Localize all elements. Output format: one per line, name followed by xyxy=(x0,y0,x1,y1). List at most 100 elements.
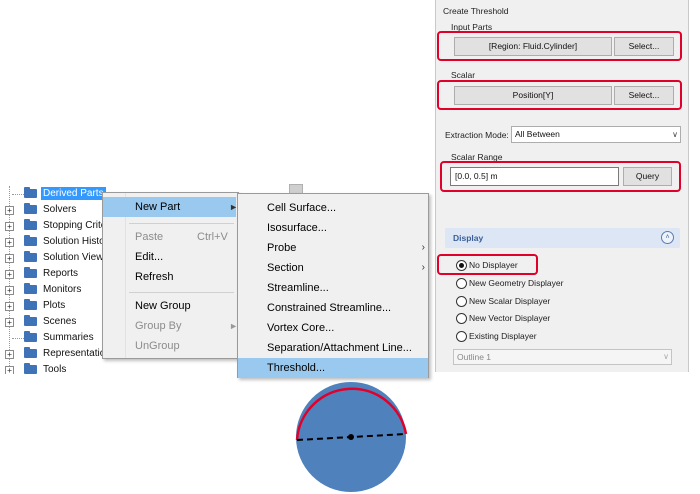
submenu-arrow-icon: › xyxy=(421,262,425,273)
tree-connector xyxy=(12,194,24,195)
menu-item-label: Section xyxy=(267,262,304,274)
extraction-mode-dropdown[interactable]: All Between ∨ xyxy=(511,126,681,143)
tree-item-label[interactable]: Solution Views xyxy=(41,251,110,264)
submenu-item-cell-surface[interactable]: Cell Surface... xyxy=(238,198,428,218)
highlight-box xyxy=(437,254,538,275)
menu-item-label: Paste xyxy=(135,231,164,243)
existing-displayer-value: Outline 1 xyxy=(457,352,492,362)
folder-icon xyxy=(24,251,37,262)
folder-icon xyxy=(24,235,37,246)
radio-new-vector-displayer[interactable] xyxy=(456,313,467,324)
expand-icon[interactable]: + xyxy=(5,238,14,247)
menu-item-label: Constrained Streamline... xyxy=(267,302,392,314)
menu-item-paste[interactable]: Paste Ctrl+V xyxy=(103,227,236,247)
menu-item-label: Edit... xyxy=(135,251,164,263)
highlight-box xyxy=(437,31,682,61)
radio-new-scalar-displayer[interactable] xyxy=(456,296,467,307)
tree-item-label[interactable]: Plots xyxy=(41,299,67,312)
menu-item-label: Refresh xyxy=(135,271,174,283)
menu-item-shortcut: Ctrl+V xyxy=(197,231,228,243)
menu-item-edit[interactable]: Edit... xyxy=(103,247,236,267)
expand-icon[interactable]: + xyxy=(5,254,14,263)
folder-icon xyxy=(24,299,37,310)
menu-item-refresh[interactable]: Refresh xyxy=(103,267,236,287)
new-part-submenu: Cell Surface... Isosurface... Probe › Se… xyxy=(237,193,429,378)
menu-item-label: Vortex Core... xyxy=(267,322,335,334)
folder-icon xyxy=(24,315,37,326)
tree-item-label[interactable]: Summaries xyxy=(41,331,96,344)
menu-item-label: Separation/Attachment Line... xyxy=(267,342,412,354)
submenu-item-vortex-core[interactable]: Vortex Core... xyxy=(238,318,428,338)
center-point xyxy=(348,434,354,440)
menu-item-label: New Group xyxy=(135,300,191,312)
menu-item-label: Threshold... xyxy=(267,362,326,374)
expand-icon[interactable]: + xyxy=(5,350,14,359)
submenu-item-constrained-streamline[interactable]: Constrained Streamline... xyxy=(238,298,428,318)
folder-icon xyxy=(24,283,37,294)
radio-label-new-scalar-displayer: New Scalar Displayer xyxy=(469,296,551,306)
tree-item-label[interactable]: Derived Parts xyxy=(41,187,106,200)
submenu-item-section[interactable]: Section › xyxy=(238,258,428,278)
folder-icon xyxy=(24,267,37,278)
display-section-title: Display xyxy=(453,233,484,243)
menu-item-new-part[interactable]: New Part ► xyxy=(103,197,238,217)
menu-separator xyxy=(129,223,234,224)
submenu-item-probe[interactable]: Probe › xyxy=(238,238,428,258)
context-menu: New Part ► Paste Ctrl+V Edit... Refresh … xyxy=(102,192,239,359)
folder-icon xyxy=(24,219,37,230)
menu-item-label: Group By xyxy=(135,320,182,332)
menu-item-label: UnGroup xyxy=(135,340,180,352)
submenu-item-threshold[interactable]: Threshold... xyxy=(238,358,428,378)
expand-icon[interactable]: + xyxy=(5,206,14,215)
extraction-mode-value: All Between xyxy=(515,129,560,139)
menu-item-label: Streamline... xyxy=(267,282,329,294)
menu-item-new-group[interactable]: New Group xyxy=(103,296,236,316)
menu-separator xyxy=(129,292,234,293)
radio-existing-displayer[interactable] xyxy=(456,331,467,342)
folder-icon xyxy=(24,347,37,358)
highlight-box xyxy=(437,80,682,110)
folder-icon xyxy=(24,331,37,342)
existing-displayer-dropdown[interactable]: Outline 1 ∨ xyxy=(453,349,672,365)
display-section-header[interactable]: Display ˄ xyxy=(445,228,680,248)
chevron-down-icon: ∨ xyxy=(672,130,678,139)
submenu-item-isosurface[interactable]: Isosurface... xyxy=(238,218,428,238)
menu-item-label: Cell Surface... xyxy=(267,202,337,214)
radio-label-new-vector-displayer: New Vector Displayer xyxy=(469,313,551,323)
tree-item-tools[interactable]: + Tools xyxy=(0,362,120,374)
tree-item-label[interactable]: Solvers xyxy=(41,203,78,216)
expand-icon[interactable]: + xyxy=(5,366,14,374)
tree-item-label[interactable]: Tools xyxy=(41,363,68,374)
folder-icon xyxy=(24,187,37,198)
tree-item-label[interactable]: Reports xyxy=(41,267,80,280)
submenu-item-separation-attachment-line[interactable]: Separation/Attachment Line... xyxy=(238,338,428,358)
radio-label-new-geometry-displayer: New Geometry Displayer xyxy=(469,278,564,288)
expand-icon[interactable]: + xyxy=(5,222,14,231)
expand-icon[interactable]: + xyxy=(5,286,14,295)
tree-connector xyxy=(12,338,24,339)
expand-icon[interactable]: + xyxy=(5,302,14,311)
cylinder-threshold-illustration xyxy=(295,382,408,492)
highlight-box xyxy=(440,161,681,192)
tree-item-label[interactable]: Stopping Crite xyxy=(41,219,108,232)
scalar-label: Scalar xyxy=(451,70,476,80)
expand-icon[interactable]: + xyxy=(5,318,14,327)
chevron-down-icon: ∨ xyxy=(663,352,669,361)
submenu-item-streamline[interactable]: Streamline... xyxy=(238,278,428,298)
tree-item-label[interactable]: Solution Histor xyxy=(41,235,110,248)
folder-icon xyxy=(24,203,37,214)
menu-item-group-by[interactable]: Group By ► xyxy=(103,316,238,336)
panel-title: Create Threshold xyxy=(443,6,509,16)
menu-item-label: New Part xyxy=(135,201,181,213)
extraction-mode-label: Extraction Mode: xyxy=(445,130,509,140)
submenu-arrow-icon: › xyxy=(421,242,425,253)
tree-item-label[interactable]: Monitors xyxy=(41,283,83,296)
radio-new-geometry-displayer[interactable] xyxy=(456,278,467,289)
expand-icon[interactable]: + xyxy=(5,270,14,279)
collapse-icon[interactable]: ˄ xyxy=(661,231,674,244)
menu-item-label: Probe xyxy=(267,242,297,254)
radio-label-existing-displayer: Existing Displayer xyxy=(469,331,537,341)
folder-icon xyxy=(24,363,37,374)
menu-item-ungroup[interactable]: UnGroup xyxy=(103,336,236,356)
tree-item-label[interactable]: Scenes xyxy=(41,315,78,328)
